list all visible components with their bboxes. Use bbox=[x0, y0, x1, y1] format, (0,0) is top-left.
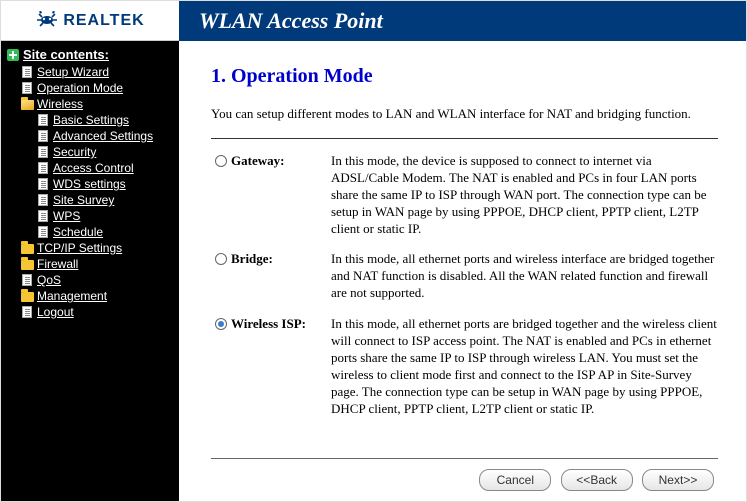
folder-open-icon bbox=[21, 100, 34, 110]
option-label: Bridge: bbox=[231, 251, 331, 302]
radio-gateway[interactable] bbox=[215, 155, 227, 167]
cancel-button[interactable]: Cancel bbox=[479, 469, 551, 491]
option-label: Wireless ISP: bbox=[231, 316, 331, 417]
nav-item-schedule[interactable]: Schedule bbox=[5, 224, 175, 240]
option-gateway: Gateway:In this mode, the device is supp… bbox=[211, 153, 718, 237]
app-window: REALTEK WLAN Access Point Site contents:… bbox=[0, 0, 747, 502]
page-icon bbox=[22, 274, 32, 286]
logo: REALTEK bbox=[35, 8, 144, 33]
nav-item-management[interactable]: Management bbox=[5, 288, 175, 304]
radio-bridge[interactable] bbox=[215, 253, 227, 265]
nav-item-wds-settings[interactable]: WDS settings bbox=[5, 176, 175, 192]
page-icon bbox=[38, 146, 48, 158]
nav-item-operation-mode[interactable]: Operation Mode bbox=[5, 80, 175, 96]
nav-label: Security bbox=[53, 145, 96, 159]
folder-icon bbox=[21, 260, 34, 270]
nav-list: Setup Wizard Operation Mode Wireless Basic … bbox=[5, 64, 175, 320]
page-title: 1. Operation Mode bbox=[211, 65, 718, 88]
page-icon bbox=[22, 66, 32, 78]
page-icon bbox=[38, 114, 48, 126]
nav-item-logout[interactable]: Logout bbox=[5, 304, 175, 320]
option-desc: In this mode, all ethernet ports are bri… bbox=[331, 316, 718, 417]
nav-label: QoS bbox=[37, 273, 61, 287]
nav-item-tcp-ip-settings[interactable]: TCP/IP Settings bbox=[5, 240, 175, 256]
radio-wireless-isp[interactable] bbox=[215, 318, 227, 330]
folder-icon bbox=[21, 244, 34, 254]
nav-item-wireless[interactable]: Wireless bbox=[5, 96, 175, 112]
sidebar-title: Site contents: bbox=[5, 47, 175, 62]
nav-label: Operation Mode bbox=[37, 81, 123, 95]
sidebar-title-text: Site contents: bbox=[23, 47, 109, 62]
nav-label: Access Control bbox=[53, 161, 134, 175]
nav-label: Basic Settings bbox=[53, 113, 129, 127]
nav-item-security[interactable]: Security bbox=[5, 144, 175, 160]
realtek-crab-icon bbox=[35, 8, 59, 33]
nav-item-advanced-settings[interactable]: Advanced Settings bbox=[5, 128, 175, 144]
folder-icon bbox=[21, 292, 34, 302]
nav-item-wps[interactable]: WPS bbox=[5, 208, 175, 224]
nav-label: Schedule bbox=[53, 225, 103, 239]
nav-item-firewall[interactable]: Firewall bbox=[5, 256, 175, 272]
header: REALTEK WLAN Access Point bbox=[1, 1, 746, 41]
tree-icon bbox=[7, 49, 19, 61]
main-content: 1. Operation Mode You can setup differen… bbox=[179, 41, 746, 501]
option-desc: In this mode, all ethernet ports and wir… bbox=[331, 251, 718, 302]
sidebar: Site contents: Setup Wizard Operation Mod… bbox=[1, 41, 179, 501]
option-list: Gateway:In this mode, the device is supp… bbox=[211, 153, 718, 431]
nav-label: Advanced Settings bbox=[53, 129, 153, 143]
nav-item-qos[interactable]: QoS bbox=[5, 272, 175, 288]
nav-item-access-control[interactable]: Access Control bbox=[5, 160, 175, 176]
option-wireless-isp: Wireless ISP:In this mode, all ethernet … bbox=[211, 316, 718, 417]
header-title: WLAN Access Point bbox=[179, 1, 746, 41]
option-label: Gateway: bbox=[231, 153, 331, 237]
option-bridge: Bridge:In this mode, all ethernet ports … bbox=[211, 251, 718, 302]
nav-item-site-survey[interactable]: Site Survey bbox=[5, 192, 175, 208]
nav-item-setup-wizard[interactable]: Setup Wizard bbox=[5, 64, 175, 80]
nav-item-basic-settings[interactable]: Basic Settings bbox=[5, 112, 175, 128]
page-icon bbox=[38, 194, 48, 206]
page-icon bbox=[22, 306, 32, 318]
page-icon bbox=[38, 210, 48, 222]
nav-label: Logout bbox=[37, 305, 74, 319]
logo-box: REALTEK bbox=[1, 1, 179, 41]
next-button[interactable]: Next>> bbox=[642, 469, 714, 491]
page-icon bbox=[38, 130, 48, 142]
intro-text: You can setup different modes to LAN and… bbox=[211, 106, 718, 122]
page-icon bbox=[38, 226, 48, 238]
logo-text: REALTEK bbox=[63, 12, 144, 30]
nav-label: TCP/IP Settings bbox=[37, 241, 122, 255]
back-button[interactable]: <<Back bbox=[561, 469, 633, 491]
nav-label: Site Survey bbox=[53, 193, 114, 207]
nav-label: Wireless bbox=[37, 97, 83, 111]
nav-label: Setup Wizard bbox=[37, 65, 109, 79]
divider bbox=[211, 138, 718, 139]
option-desc: In this mode, the device is supposed to … bbox=[331, 153, 718, 237]
nav-label: WDS settings bbox=[53, 177, 126, 191]
nav-label: WPS bbox=[53, 209, 80, 223]
button-row: Cancel <<Back Next>> bbox=[211, 459, 718, 491]
page-icon bbox=[38, 162, 48, 174]
nav-label: Management bbox=[37, 289, 107, 303]
page-icon bbox=[38, 178, 48, 190]
nav-label: Firewall bbox=[37, 257, 78, 271]
page-icon bbox=[22, 82, 32, 94]
